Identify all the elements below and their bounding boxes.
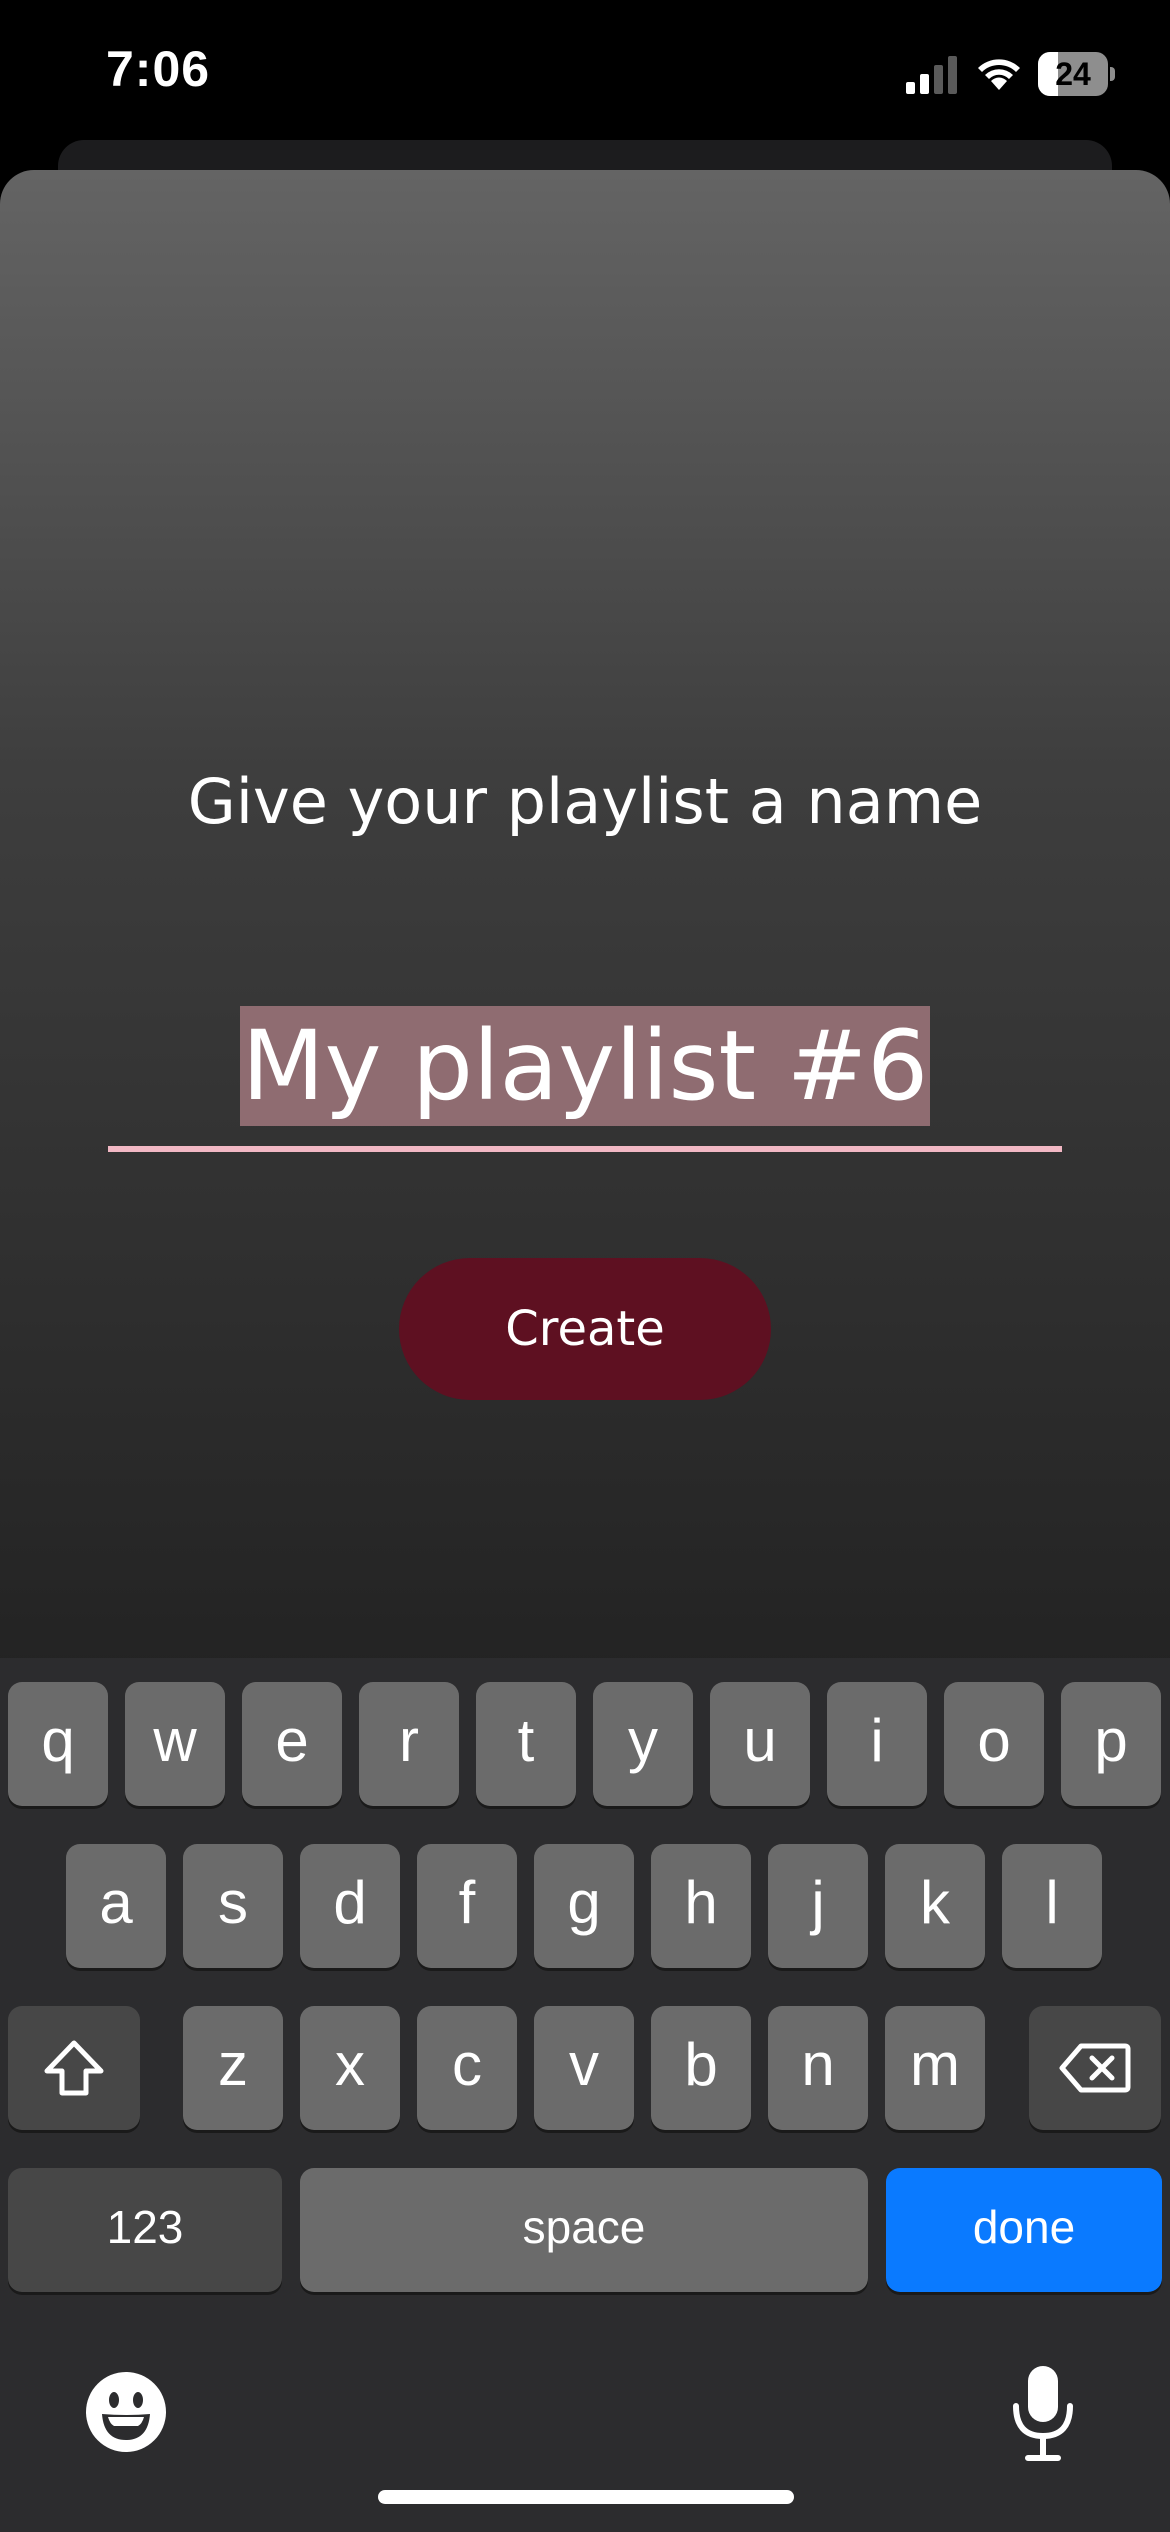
key-z[interactable]: z [183,2006,283,2130]
delete-key[interactable] [1029,2006,1161,2130]
key-c[interactable]: c [417,2006,517,2130]
home-indicator [378,2490,794,2504]
playlist-name-input[interactable]: My playlist #6 [108,986,1062,1146]
shift-key[interactable] [8,2006,140,2130]
battery-level: 24 [1055,56,1091,92]
screen: 7:06 24 Give your playlist a name My pla… [0,0,1170,2532]
key-p[interactable]: p [1061,1682,1161,1806]
key-n[interactable]: n [768,2006,868,2130]
done-key[interactable]: done [886,2168,1162,2292]
key-k[interactable]: k [885,1844,985,1968]
key-a[interactable]: a [66,1844,166,1968]
key-o[interactable]: o [944,1682,1044,1806]
shift-icon [44,2040,104,2096]
key-s[interactable]: s [183,1844,283,1968]
status-time: 7:06 [106,41,211,97]
backspace-icon [1059,2043,1131,2093]
key-v[interactable]: v [534,2006,634,2130]
key-u[interactable]: u [710,1682,810,1806]
create-button[interactable]: Create [399,1258,771,1400]
key-w[interactable]: w [125,1682,225,1806]
playlist-name-text: My playlist #6 [239,1006,931,1126]
input-underline [108,1146,1062,1152]
key-m[interactable]: m [885,2006,985,2130]
key-d[interactable]: d [300,1844,400,1968]
key-q[interactable]: q [8,1682,108,1806]
wifi-icon [978,59,1020,90]
emoji-icon[interactable] [84,2370,168,2454]
keyboard: q w e r t y u i o p a s d f g h j k l z … [0,1658,1170,2532]
key-h[interactable]: h [651,1844,751,1968]
key-t[interactable]: t [476,1682,576,1806]
space-key[interactable]: space [300,2168,868,2292]
key-j[interactable]: j [768,1844,868,1968]
sheet-title: Give your playlist a name [187,765,983,838]
key-i[interactable]: i [827,1682,927,1806]
status-bar: 7:06 24 [0,0,1170,140]
key-x[interactable]: x [300,2006,400,2130]
signal-icon [906,56,957,94]
key-f[interactable]: f [417,1844,517,1968]
battery-icon: 24 [1038,52,1115,96]
microphone-icon[interactable] [1008,2364,1078,2464]
key-l[interactable]: l [1002,1844,1102,1968]
playlist-name-field[interactable]: My playlist #6 [108,986,1062,1154]
key-y[interactable]: y [593,1682,693,1806]
key-e[interactable]: e [242,1682,342,1806]
key-g[interactable]: g [534,1844,634,1968]
key-b[interactable]: b [651,2006,751,2130]
key-r[interactable]: r [359,1682,459,1806]
create-playlist-sheet: Give your playlist a name My playlist #6… [0,170,1170,1670]
numbers-key[interactable]: 123 [8,2168,282,2292]
